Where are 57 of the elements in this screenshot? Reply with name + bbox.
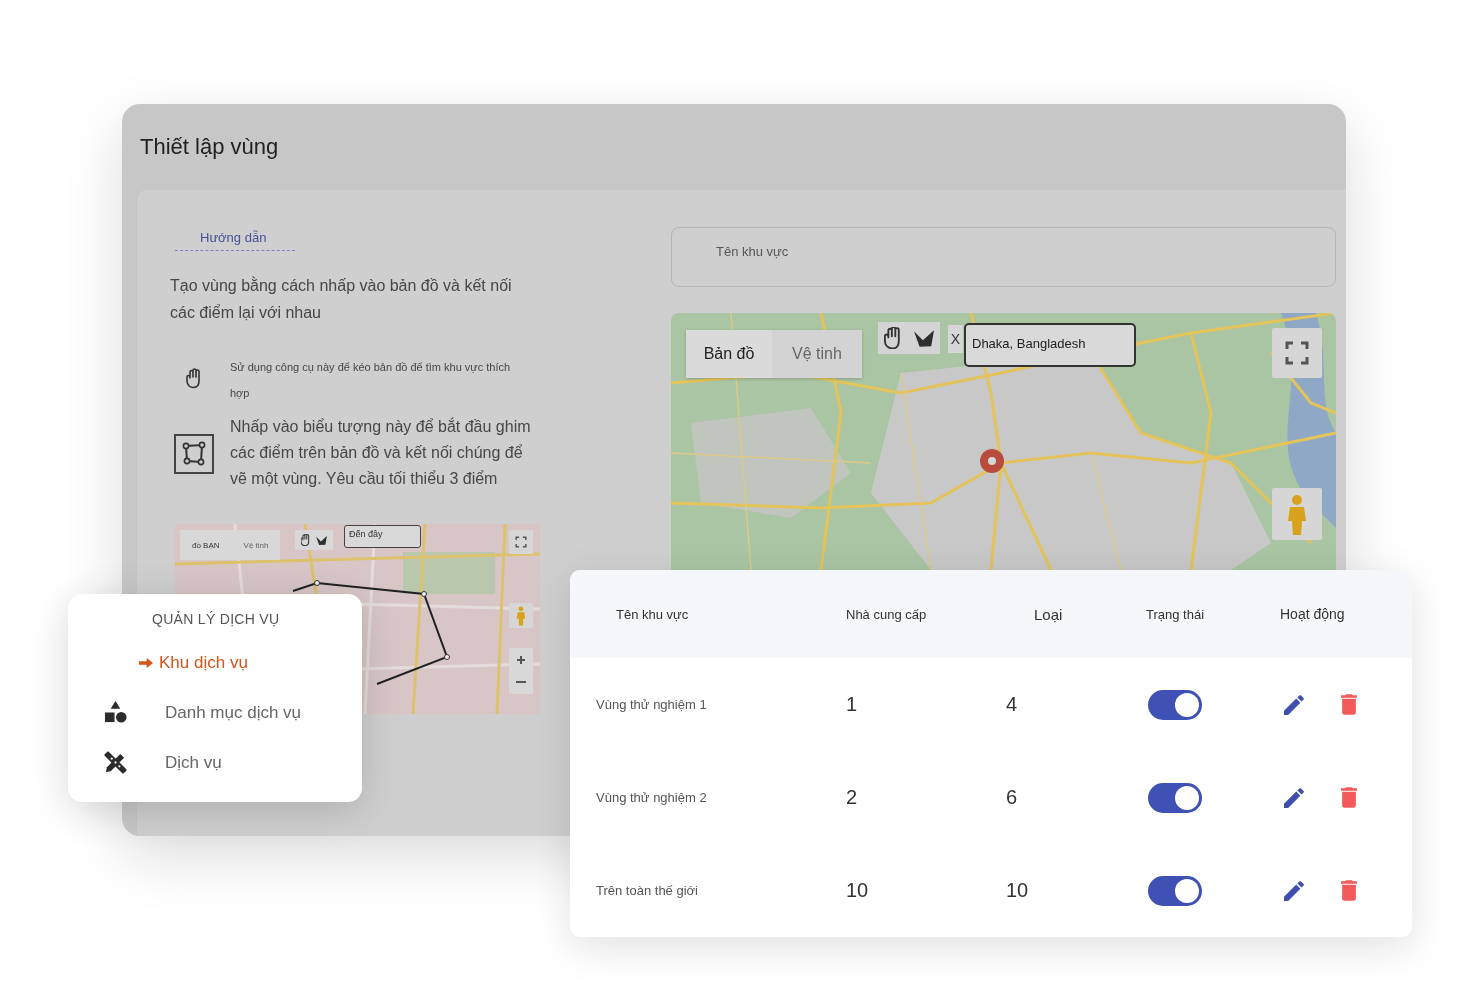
column-header: Nhà cung cấp [846, 606, 927, 622]
pencil-icon [1284, 880, 1304, 901]
shapes-icon [104, 701, 127, 724]
polygon-icon [174, 434, 214, 474]
zoom-icon[interactable] [509, 648, 533, 694]
fullscreen-icon[interactable] [1272, 328, 1322, 378]
intro-text: Tạo vùng bằng cách nhấp vào bản đồ và kết nối các điểm lại với nhau [170, 275, 513, 323]
map-type-tab[interactable]: Bản đồ [686, 330, 772, 378]
delete-button[interactable] [1341, 880, 1357, 901]
map-type-tab[interactable]: Vệ tinh [772, 330, 862, 378]
menu-heading: QUẢN LÝ DỊCH VỤ [152, 611, 280, 627]
arrow-icon [139, 658, 153, 668]
pencil-icon [1284, 787, 1304, 808]
fullscreen-icon[interactable] [509, 530, 533, 554]
menu-item[interactable]: Khu dịch vụ [159, 653, 248, 673]
status-toggle[interactable] [1148, 689, 1202, 720]
map-type-tab[interactable]: Vệ tinh [231, 530, 281, 560]
location-search-field[interactable]: Đến đây [344, 525, 421, 548]
table-cell: 6 [1006, 786, 1018, 809]
status-toggle[interactable] [1148, 782, 1202, 813]
table-cell: 10 [1006, 879, 1029, 902]
table-cell: Vùng thử nghiệm 1 [596, 697, 707, 712]
polygon-icon[interactable] [316, 535, 327, 545]
menu-item[interactable]: Dịch vụ [165, 753, 222, 773]
delete-button[interactable] [1341, 787, 1357, 808]
area-name-field[interactable]: Tên khu vực [671, 227, 1336, 287]
table-cell: 4 [1006, 693, 1018, 716]
step-text: Nhấp vào biểu tượng này để bắt đầu ghim các điểm trên bản đồ và kết nối chúng để vẽ một vùng. Yêu cầu tối thiểu 3 điểm [230, 416, 532, 489]
guide-tab[interactable]: Hướng dẫn [175, 227, 295, 251]
column-header: Trạng thái [1146, 606, 1205, 622]
polygon-icon[interactable] [914, 329, 934, 347]
status-toggle[interactable] [1148, 875, 1202, 906]
map-type-tab[interactable]: đồ BẠN [180, 530, 232, 560]
table-cell: Vùng thử nghiệm 2 [596, 790, 707, 805]
edit-button[interactable] [1284, 880, 1304, 901]
table-cell: 10 [846, 879, 869, 902]
column-header: Loại [1034, 605, 1063, 623]
table-cell: 1 [846, 693, 858, 716]
page-title: Thiết lập vùng [140, 134, 279, 160]
location-search-field[interactable]: Dhaka, Bangladesh [964, 323, 1136, 367]
hand-icon [884, 327, 902, 349]
edit-button[interactable] [1284, 787, 1304, 808]
trash-icon [1341, 787, 1357, 808]
edit-button[interactable] [1284, 694, 1304, 715]
table-cell: Trên toàn thế giới [596, 883, 698, 898]
pencil-icon [1284, 694, 1304, 715]
pin-icon [980, 449, 1004, 473]
hand-icon [301, 534, 310, 546]
step-text: Sử dụng công cụ này để kéo bản đồ để tìm khu vực thích hợp [230, 360, 512, 401]
delete-button[interactable] [1341, 694, 1357, 715]
menu-item[interactable]: Danh mục dịch vụ [165, 703, 302, 723]
clear-button[interactable]: X [948, 325, 963, 353]
trash-icon [1341, 694, 1357, 715]
column-header: Tên khu vực [616, 606, 689, 622]
column-header: Hoạt động [1280, 606, 1345, 622]
trash-icon [1341, 880, 1357, 901]
table-cell: 2 [846, 786, 858, 809]
